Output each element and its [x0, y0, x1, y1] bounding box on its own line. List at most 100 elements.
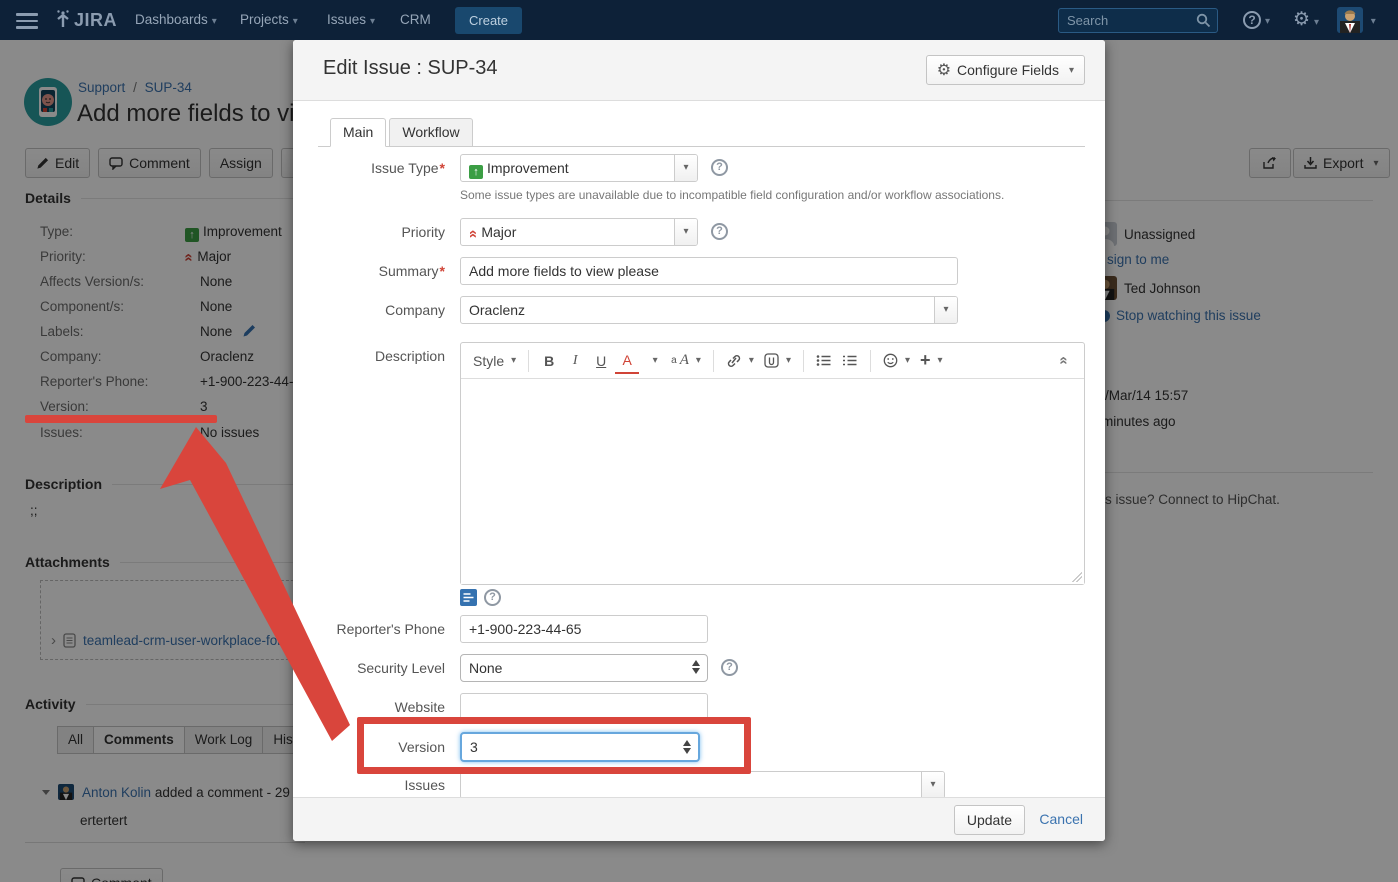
help-icon: ?	[1243, 11, 1261, 29]
chevron-down-icon[interactable]: ▾	[641, 348, 665, 374]
help-menu[interactable]: ?▾	[1243, 0, 1270, 40]
field-row-reporters-phone: Reporter's Phone	[293, 615, 1105, 643]
double-chevron-up-icon: «	[1056, 356, 1073, 364]
jira-logo[interactable]: JIRA	[55, 0, 117, 40]
logo-text: JIRA	[74, 10, 117, 30]
font-size-menu[interactable]: aA▾	[667, 348, 705, 374]
field-row-issues: Issues ▾	[293, 771, 1105, 799]
help-icon[interactable]: ?	[721, 659, 738, 676]
text-color-button[interactable]: A	[615, 348, 639, 374]
chevron-down-icon: ▾	[1314, 3, 1319, 43]
issues-select[interactable]: ▾	[460, 771, 945, 799]
attach-button[interactable]: ▾	[760, 348, 795, 374]
nav-crm[interactable]: CRM	[400, 0, 431, 40]
chevron-down-icon[interactable]: ▾	[921, 772, 944, 798]
improvement-icon: ↑	[469, 165, 483, 179]
nav-dashboards[interactable]: Dashboards▾	[135, 0, 217, 40]
update-button[interactable]: Update	[954, 805, 1025, 835]
annotation-box	[357, 717, 751, 774]
dialog-title: Edit Issue : SUP-34	[323, 57, 498, 80]
admin-menu[interactable]: ⚙▾	[1293, 0, 1319, 40]
search-icon[interactable]	[1196, 13, 1211, 28]
tabs-rule	[318, 146, 1085, 147]
editor-toolbar: Style▾ B I U A ▾ aA▾ ▾ ▾ ▾ +▾ «	[461, 343, 1084, 379]
app-switcher-icon[interactable]	[16, 13, 38, 33]
help-icon[interactable]: ?	[711, 159, 728, 176]
chevron-down-icon: ▾	[370, 2, 375, 42]
field-row-summary: Summary*	[293, 257, 1105, 285]
paperclip-icon	[764, 353, 779, 368]
chevron-down-icon: ▾	[938, 355, 943, 366]
dialog-header: Edit Issue : SUP-34 ⚙ Configure Fields ▾	[293, 40, 1105, 101]
italic-button[interactable]: I	[563, 348, 587, 374]
chevron-down-icon: ▾	[749, 355, 754, 366]
wiki-markup-icon[interactable]	[460, 589, 477, 606]
configure-fields-button[interactable]: ⚙ Configure Fields ▾	[926, 55, 1085, 85]
insert-more-button[interactable]: +▾	[916, 348, 947, 374]
bullet-list-icon	[816, 354, 832, 367]
user-menu[interactable]: ▾	[1337, 0, 1376, 40]
top-navbar: JIRA Dashboards▾ Projects▾ Issues▾ CRM C…	[0, 0, 1398, 40]
security-level-select[interactable]: None	[460, 654, 708, 682]
underline-button[interactable]: U	[589, 348, 613, 374]
company-select[interactable]: Oraclenz ▾	[460, 296, 958, 324]
dialog-tabs: Main Workflow	[330, 118, 476, 147]
bold-button[interactable]: B	[537, 348, 561, 374]
field-row-priority: Priority «Major ▾ ?	[293, 218, 1105, 246]
field-row-company: Company Oraclenz ▾	[293, 296, 1105, 324]
chevron-down-icon: ▾	[511, 355, 516, 366]
priority-select[interactable]: «Major ▾	[460, 218, 698, 246]
help-icon[interactable]: ?	[711, 223, 728, 240]
dialog-footer: Update Cancel	[293, 797, 1105, 841]
link-button[interactable]: ▾	[722, 348, 758, 374]
description-editor: Style▾ B I U A ▾ aA▾ ▾ ▾ ▾ +▾ «	[460, 342, 1085, 585]
search-input[interactable]	[1067, 11, 1192, 30]
gear-icon: ⚙	[1293, 9, 1310, 30]
nav-projects[interactable]: Projects▾	[240, 0, 298, 40]
required-mark: *	[440, 263, 445, 279]
chevron-down-icon[interactable]: ▾	[934, 297, 957, 323]
link-icon	[726, 354, 742, 368]
plus-icon: +	[920, 350, 931, 371]
bullet-list-button[interactable]	[812, 348, 836, 374]
gear-icon: ⚙	[937, 60, 951, 80]
description-textarea[interactable]	[461, 379, 1084, 584]
select-spinner-icon	[692, 660, 700, 674]
numbered-list-icon	[842, 354, 858, 367]
description-label: Description	[293, 342, 445, 370]
search-box	[1058, 8, 1218, 33]
user-avatar	[1337, 7, 1363, 33]
chevron-down-icon: ▾	[786, 355, 791, 366]
style-menu[interactable]: Style▾	[469, 348, 520, 374]
smiley-icon	[883, 353, 898, 368]
required-mark: *	[440, 160, 445, 176]
annotation-underline	[25, 415, 217, 423]
chevron-down-icon: ▾	[212, 2, 217, 42]
issue-type-select[interactable]: ↑Improvement ▾	[460, 154, 698, 182]
chevron-down-icon: ▾	[905, 355, 910, 366]
cancel-link[interactable]: Cancel	[1039, 811, 1083, 827]
jira-mark-icon	[55, 10, 71, 28]
issue-type-help-text: Some issue types are unavailable due to …	[460, 188, 1004, 202]
create-button[interactable]: Create	[455, 7, 522, 34]
chevron-down-icon: ▾	[1371, 2, 1376, 42]
chevron-down-icon: ▾	[1265, 2, 1270, 42]
emoji-button[interactable]: ▾	[879, 348, 914, 374]
field-row-security-level: Security Level None ?	[293, 654, 1105, 682]
tab-main[interactable]: Main	[330, 118, 386, 147]
numbered-list-button[interactable]	[838, 348, 862, 374]
nav-issues[interactable]: Issues▾	[327, 0, 375, 40]
chevron-down-icon[interactable]: ▾	[674, 155, 697, 181]
field-row-issue-type: Issue Type* ↑Improvement ▾ ?	[293, 154, 1105, 182]
tab-workflow[interactable]: Workflow	[389, 118, 472, 147]
chevron-down-icon: ▾	[696, 355, 701, 366]
reporters-phone-input[interactable]	[460, 615, 708, 643]
chevron-down-icon[interactable]: ▾	[674, 219, 697, 245]
chevron-down-icon: ▾	[1069, 65, 1074, 76]
resize-handle[interactable]	[1072, 572, 1082, 582]
help-icon[interactable]: ?	[484, 589, 501, 606]
major-priority-icon: «	[460, 230, 486, 238]
summary-input[interactable]	[460, 257, 958, 285]
collapse-toolbar-button[interactable]: «	[1052, 348, 1076, 374]
chevron-down-icon: ▾	[293, 2, 298, 42]
